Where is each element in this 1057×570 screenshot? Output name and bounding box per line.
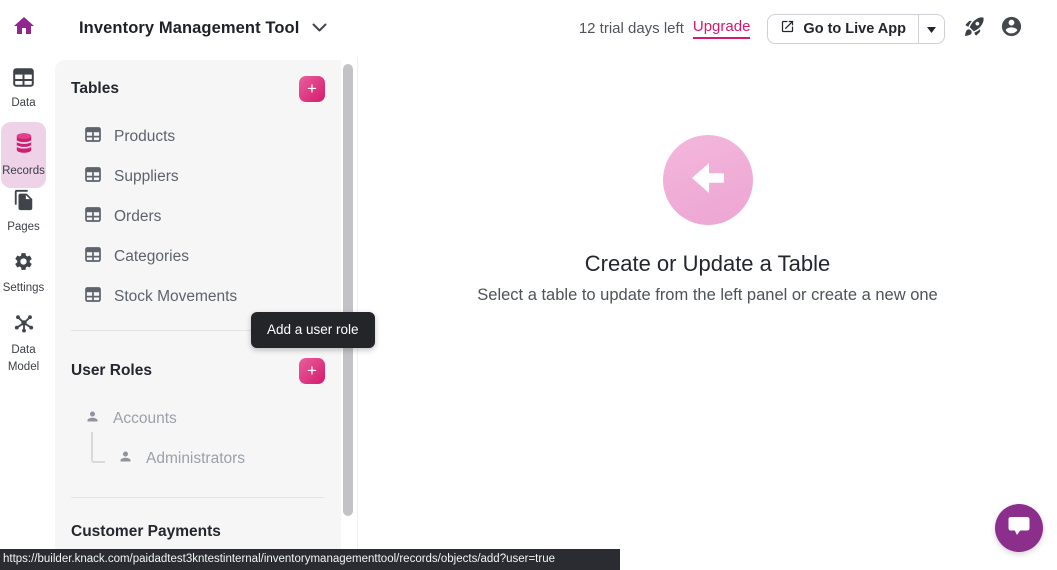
table-row-label: Stock Movements bbox=[114, 288, 237, 306]
account-menu-button[interactable] bbox=[1000, 15, 1023, 43]
role-row-label: Administrators bbox=[146, 450, 245, 468]
data-model-icon bbox=[13, 313, 35, 339]
avatar-icon bbox=[1000, 15, 1023, 43]
table-row-categories[interactable]: Categories bbox=[71, 237, 325, 277]
panel-scrollbar[interactable] bbox=[343, 64, 353, 516]
table-row-orders[interactable]: Orders bbox=[71, 197, 325, 237]
home-button[interactable] bbox=[0, 0, 47, 57]
whats-new-button[interactable] bbox=[963, 15, 986, 43]
nav-label: Records bbox=[2, 163, 45, 180]
table-row-suppliers[interactable]: Suppliers bbox=[71, 157, 325, 197]
home-icon bbox=[12, 14, 36, 43]
header-actions: 12 trial days left Upgrade Go to Live Ap… bbox=[579, 0, 1023, 57]
gear-icon bbox=[13, 251, 34, 277]
nav-rail: Data Records Pages Settings Data Model bbox=[0, 57, 47, 570]
role-row-accounts[interactable]: Accounts bbox=[71, 399, 325, 439]
chevron-down-icon bbox=[312, 20, 327, 38]
caret-down-icon bbox=[927, 20, 936, 38]
person-icon bbox=[118, 449, 133, 469]
add-user-role-tooltip: Add a user role bbox=[251, 312, 375, 348]
rocket-icon bbox=[963, 15, 986, 43]
chat-bubble-icon bbox=[1007, 515, 1031, 542]
table-row-label: Orders bbox=[114, 208, 161, 226]
tables-section-header: Tables + bbox=[71, 75, 325, 103]
table-row-label: Products bbox=[114, 128, 175, 146]
nav-item-data-model[interactable]: Data Model bbox=[0, 313, 47, 375]
pages-icon bbox=[13, 189, 35, 216]
table-row-label: Suppliers bbox=[114, 168, 179, 186]
nav-item-settings[interactable]: Settings bbox=[0, 251, 47, 297]
table-row-products[interactable]: Products bbox=[71, 117, 325, 157]
nav-label: Data bbox=[11, 95, 35, 112]
table-row-stock-movements[interactable]: Stock Movements bbox=[71, 277, 325, 317]
table-icon bbox=[85, 207, 101, 227]
nav-item-records[interactable]: Records bbox=[1, 122, 46, 188]
live-app-dropdown-button[interactable] bbox=[918, 15, 944, 43]
nav-label: Data Model bbox=[6, 342, 41, 375]
table-icon bbox=[85, 127, 101, 147]
role-row-label: Accounts bbox=[113, 410, 177, 428]
table-icon bbox=[85, 167, 101, 187]
header: Inventory Management Tool 12 trial days … bbox=[0, 0, 1057, 57]
database-icon bbox=[13, 131, 35, 160]
table-icon bbox=[85, 247, 101, 267]
main-title: Create or Update a Table bbox=[585, 251, 830, 277]
arrow-circle bbox=[663, 135, 753, 225]
add-table-button[interactable]: + bbox=[299, 76, 325, 102]
chat-button[interactable] bbox=[995, 504, 1043, 552]
nav-label: Settings bbox=[3, 280, 45, 297]
knack-builder-app: Inventory Management Tool 12 trial days … bbox=[0, 0, 1057, 570]
tables-heading: Tables bbox=[71, 80, 119, 98]
user-roles-heading: User Roles bbox=[71, 362, 152, 380]
go-to-live-app-label: Go to Live App bbox=[803, 21, 906, 37]
trial-days-text: 12 trial days left bbox=[579, 20, 684, 37]
nav-item-data[interactable]: Data bbox=[0, 68, 47, 112]
table-row-label: Categories bbox=[114, 248, 189, 266]
customer-payments-heading: Customer Payments bbox=[71, 522, 221, 542]
person-icon bbox=[85, 409, 100, 429]
nav-label: Pages bbox=[7, 219, 40, 236]
add-user-role-button[interactable]: + bbox=[299, 358, 325, 384]
go-to-live-app-button[interactable]: Go to Live App bbox=[768, 15, 918, 43]
app-switcher[interactable]: Inventory Management Tool bbox=[79, 0, 327, 57]
main-content: Create or Update a Table Select a table … bbox=[358, 57, 1057, 570]
table-icon bbox=[85, 287, 101, 307]
arrow-left-icon bbox=[685, 155, 731, 206]
divider bbox=[71, 497, 324, 498]
external-link-icon bbox=[780, 19, 795, 38]
role-row-administrators[interactable]: Administrators bbox=[71, 439, 325, 479]
upgrade-link[interactable]: Upgrade bbox=[693, 18, 751, 39]
app-title: Inventory Management Tool bbox=[79, 19, 299, 38]
main-subtitle: Select a table to update from the left p… bbox=[477, 286, 937, 305]
user-roles-section-header: User Roles + bbox=[71, 357, 325, 385]
data-table-icon bbox=[13, 68, 34, 92]
nav-item-pages[interactable]: Pages bbox=[0, 189, 47, 236]
status-bar-url: https://builder.knack.com/paidadtest3knt… bbox=[0, 549, 620, 570]
live-app-split-button: Go to Live App bbox=[767, 14, 945, 44]
